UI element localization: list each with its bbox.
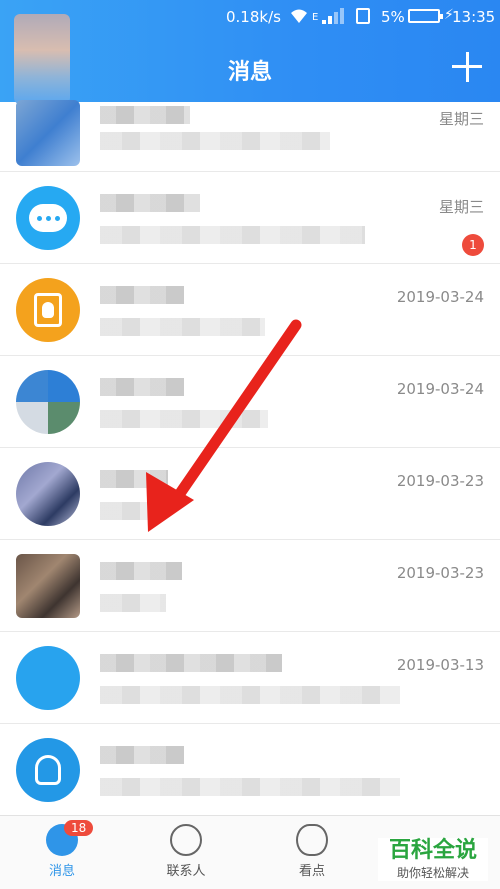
list-item[interactable]: 星期三 1: [0, 172, 500, 264]
watermark-subtitle: 助你轻松解决: [396, 866, 469, 880]
tab-watch-label: 看点: [298, 864, 325, 879]
contact-name-blurred: [100, 562, 182, 580]
tab-contacts[interactable]: 联系人: [136, 824, 236, 879]
list-item[interactable]: [0, 724, 500, 816]
qq-bag-icon: [16, 278, 80, 342]
contact-name-blurred: [100, 286, 184, 304]
header-bar: 0.18k/s E 5% ⚡ 13:35 消息: [0, 0, 500, 102]
tab-messages-label: 消息: [48, 864, 75, 879]
avatar: [16, 462, 80, 526]
screen: 0.18k/s E 5% ⚡ 13:35 消息 星期三 星期三 1 2019-0…: [0, 0, 500, 889]
avatar: [16, 646, 80, 710]
add-icon[interactable]: [452, 52, 482, 82]
avatar: [16, 554, 80, 618]
message-preview-blurred: [100, 226, 365, 244]
contact-name-blurred: [100, 746, 184, 764]
tab-messages[interactable]: 消息: [12, 824, 112, 879]
messages-count-badge: 18: [64, 820, 94, 836]
network-type: E: [312, 12, 319, 23]
clock: 13:35: [452, 8, 496, 26]
unread-badge: 1: [462, 234, 484, 256]
eye-icon: [296, 824, 328, 856]
contact-name-blurred: [100, 470, 168, 488]
list-item[interactable]: 2019-03-23: [0, 448, 500, 540]
tab-watch[interactable]: 看点: [262, 824, 362, 879]
message-preview-blurred: [100, 410, 268, 428]
watermark: 百科全说 助你轻松解决: [378, 838, 488, 881]
message-date: 星期三: [438, 110, 484, 128]
contact-name-blurred: [100, 194, 200, 212]
bottom-nav: 消息 18 联系人 看点 百科全说 助你轻松解决: [0, 815, 500, 889]
conversation-list: 星期三 星期三 1 2019-03-24 2019-03-24 2019-03-…: [0, 100, 500, 816]
contacts-icon: [170, 824, 202, 856]
battery-icon: [408, 9, 443, 23]
list-item[interactable]: 星期三: [0, 100, 500, 172]
message-preview-blurred: [100, 502, 150, 520]
sim-icon: [356, 8, 370, 24]
network-speed: 0.18k/s: [226, 8, 281, 26]
tab-contacts-label: 联系人: [166, 864, 206, 879]
contact-name-blurred: [100, 654, 282, 672]
message-preview-blurred: [100, 778, 400, 796]
message-date: 星期三: [438, 198, 484, 216]
contact-name-blurred: [100, 378, 184, 396]
message-preview-blurred: [100, 594, 166, 612]
chat-bubble-icon: [16, 186, 80, 250]
message-preview-blurred: [100, 318, 265, 336]
status-bar: 0.18k/s E 5% ⚡ 13:35: [0, 0, 500, 34]
signal-icon: [322, 8, 348, 24]
contact-name-blurred: [100, 106, 190, 124]
message-date: 2019-03-23: [396, 472, 484, 490]
message-preview-blurred: [100, 686, 400, 704]
message-preview-blurred: [100, 132, 330, 150]
list-item[interactable]: 2019-03-24: [0, 264, 500, 356]
user-icon: [16, 738, 80, 802]
avatar: [16, 370, 80, 434]
message-date: 2019-03-13: [396, 656, 484, 674]
list-item[interactable]: 2019-03-23: [0, 540, 500, 632]
list-item[interactable]: 2019-03-13: [0, 632, 500, 724]
watermark-title: 百科全说: [388, 838, 477, 863]
message-date: 2019-03-23: [396, 564, 484, 582]
profile-avatar[interactable]: [14, 14, 70, 104]
message-date: 2019-03-24: [396, 288, 484, 306]
message-date: 2019-03-24: [396, 380, 484, 398]
avatar: [16, 100, 80, 166]
list-item[interactable]: 2019-03-24: [0, 356, 500, 448]
wifi-icon: [290, 8, 308, 28]
battery-percent: 5%: [381, 8, 405, 26]
page-title: 消息: [227, 60, 272, 85]
